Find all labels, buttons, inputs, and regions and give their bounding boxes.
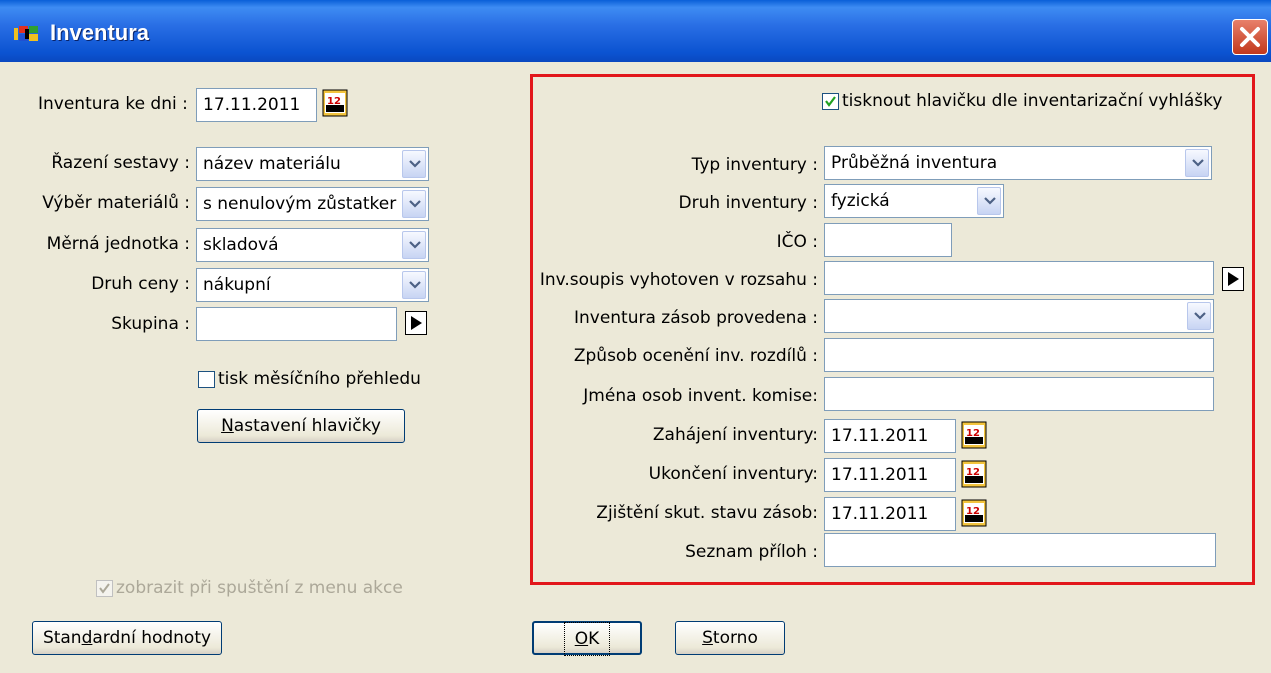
cena-select[interactable]: nákupní (196, 268, 429, 302)
checkmark-icon (825, 96, 836, 107)
druh-value: fyzická (831, 191, 890, 211)
skupina-arrow-button[interactable] (405, 311, 427, 335)
zpusob-label: Způsob ocenění inv. rozdílů : (573, 346, 818, 366)
inventura-window: Inventura Inventura ke dni : 17.11.2011 … (0, 0, 1271, 673)
vyber-select[interactable]: s nenulovým zůstatker (196, 187, 429, 221)
btn-text-accel: N (221, 416, 234, 436)
chevron-down-icon[interactable] (402, 190, 426, 218)
zobrazit-label: zobrazit při spuštění z menu akce (116, 578, 403, 598)
vyber-value: s nenulovým zůstatker (203, 194, 397, 214)
btn-text-post: torno (712, 628, 758, 648)
jednotka-select[interactable]: skladová (196, 228, 429, 262)
btn-text-accel: d (81, 628, 93, 648)
tisk-mesicniho-label: tisk měsíčního přehledu (218, 369, 421, 389)
calendar-icon[interactable]: 12 (961, 460, 987, 488)
jednotka-label: Měrná jednotka : (46, 234, 190, 254)
btn-text-accel: S (702, 628, 713, 648)
nastaveni-hlavicky-button[interactable]: Nastavení hlavičky (197, 409, 405, 443)
prilohy-input[interactable] (824, 533, 1216, 567)
skupina-label: Skupina : (111, 314, 190, 334)
tisknout-hlavicku-label: tisknout hlavičku dle inventarizační vyh… (842, 91, 1223, 111)
play-arrow-icon (411, 316, 422, 330)
chevron-down-icon[interactable] (402, 231, 426, 259)
ico-input[interactable] (824, 223, 952, 257)
storno-button[interactable]: Storno (675, 621, 785, 655)
title-bar[interactable]: Inventura (0, 0, 1271, 62)
btn-text-accel: O (574, 629, 589, 649)
app-icon (14, 26, 40, 42)
cena-label: Druh ceny : (91, 274, 190, 294)
close-button[interactable] (1232, 19, 1268, 55)
razeni-select[interactable]: název materiálu (196, 147, 429, 181)
razeni-value: název materiálu (203, 154, 341, 174)
chevron-down-icon[interactable] (977, 187, 1001, 215)
btn-text-pre: Stan (42, 628, 82, 648)
zobrazit-checkbox[interactable] (96, 580, 113, 597)
play-arrow-icon (1228, 272, 1239, 286)
druh-label: Druh inventury : (678, 193, 818, 213)
standardni-hodnoty-button[interactable]: Standardní hodnoty (32, 621, 222, 655)
skupina-input[interactable] (196, 307, 397, 341)
typ-label: Typ inventury : (691, 155, 818, 175)
inventura-ke-dni-input[interactable]: 17.11.2011 (196, 88, 317, 122)
btn-text-post: astavení hlavičky (233, 416, 381, 436)
calendar-icon[interactable]: 12 (322, 89, 348, 117)
jmena-label: Jména osob invent. komise: (583, 386, 818, 406)
tisknout-hlavicku-checkbox[interactable] (822, 93, 839, 110)
ok-button[interactable]: OK (532, 621, 642, 656)
zjisteni-label: Zjištění skut. stavu zásob: (596, 503, 818, 523)
jednotka-value: skladová (203, 235, 279, 255)
checkmark-icon (99, 583, 110, 594)
soupis-label: Inv.soupis vyhotoven v rozsahu : (539, 270, 818, 290)
razeni-label: Řazení sestavy : (51, 153, 190, 173)
druh-select[interactable]: fyzická (824, 184, 1004, 218)
vyber-label: Výběr materiálů : (42, 193, 190, 213)
ico-label: IČO : (776, 232, 818, 252)
prilohy-label: Seznam příloh : (685, 542, 818, 562)
btn-text-post: ardní hodnoty (92, 628, 212, 648)
inventura-ke-dni-label: Inventura ke dni : (38, 94, 188, 114)
window-title: Inventura (50, 20, 150, 45)
zahajeni-label: Zahájení inventury: (652, 425, 818, 445)
btn-text-post: K (588, 629, 600, 649)
chevron-down-icon[interactable] (402, 150, 426, 178)
provedena-label: Inventura zásob provedena : (573, 308, 818, 328)
typ-select[interactable]: Průběžná inventura (824, 146, 1212, 180)
tisk-mesicniho-checkbox[interactable] (198, 371, 215, 388)
cena-value: nákupní (203, 275, 271, 295)
soupis-input[interactable] (824, 261, 1214, 295)
close-icon (1240, 27, 1260, 47)
calendar-icon[interactable]: 12 (961, 499, 987, 527)
soupis-arrow-button[interactable] (1222, 267, 1244, 291)
chevron-down-icon[interactable] (402, 271, 426, 299)
zpusob-input[interactable] (824, 338, 1214, 372)
chevron-down-icon[interactable] (1187, 302, 1211, 330)
ukonceni-label: Ukončení inventury: (648, 464, 818, 484)
ukonceni-input[interactable]: 17.11.2011 (824, 458, 956, 492)
typ-value: Průběžná inventura (831, 153, 998, 173)
zahajeni-input[interactable]: 17.11.2011 (824, 419, 956, 453)
provedena-select[interactable] (824, 299, 1214, 333)
chevron-down-icon[interactable] (1185, 149, 1209, 177)
zjisteni-input[interactable]: 17.11.2011 (824, 497, 956, 531)
calendar-icon[interactable]: 12 (961, 421, 987, 449)
jmena-input[interactable] (824, 377, 1214, 411)
